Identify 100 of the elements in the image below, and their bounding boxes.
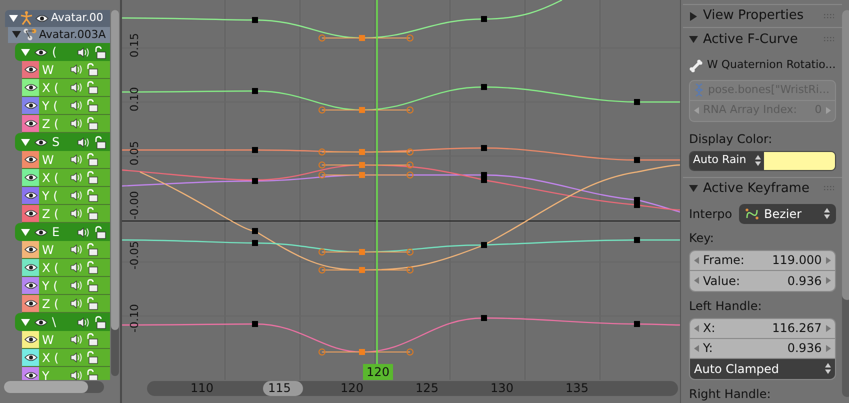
speaker-icon[interactable] [77, 46, 90, 58]
action-row[interactable]: Avatar.003A [8, 26, 110, 43]
speaker-icon[interactable] [70, 280, 83, 291]
selected-keyframe-handles[interactable] [318, 348, 414, 356]
eye-icon[interactable] [24, 119, 38, 128]
eye-icon[interactable] [24, 155, 38, 164]
decrement-arrow-icon[interactable] [694, 256, 699, 264]
eye-icon[interactable] [24, 173, 38, 182]
channel-row[interactable]: Z ( [22, 115, 110, 133]
collapse-triangle-icon[interactable] [21, 138, 30, 146]
speaker-icon[interactable] [70, 172, 83, 183]
unlocked-padlock-icon[interactable] [86, 333, 98, 346]
eye-icon[interactable] [24, 299, 38, 308]
horizontal-scrollbar[interactable]: 110 115 120 125 130 135 [147, 381, 678, 396]
channel-row[interactable]: Z ( [22, 205, 110, 223]
eye-icon[interactable] [35, 14, 49, 23]
eye-icon[interactable] [24, 353, 38, 362]
vertical-scrollbar[interactable] [842, 10, 849, 397]
speaker-icon[interactable] [70, 352, 83, 363]
eye-icon[interactable] [24, 191, 38, 200]
increment-arrow-icon[interactable] [826, 324, 831, 332]
fcurve-line[interactable] [140, 164, 680, 271]
channel-row[interactable]: X ( [22, 79, 110, 97]
unlocked-padlock-icon[interactable] [86, 171, 98, 184]
armature-row[interactable]: Avatar.00 [5, 10, 110, 26]
panel-header[interactable]: View Properties [683, 4, 842, 28]
eye-icon[interactable] [24, 245, 38, 254]
drag-grip-icon[interactable] [824, 186, 834, 192]
speaker-icon[interactable] [77, 136, 90, 148]
unlocked-padlock-icon[interactable] [86, 279, 98, 292]
eye-icon[interactable] [24, 281, 38, 290]
channel-row[interactable]: Y ( [22, 187, 110, 205]
unlocked-padlock-icon[interactable] [86, 351, 98, 364]
eye-icon[interactable] [24, 65, 38, 74]
collapse-triangle-icon[interactable] [21, 228, 30, 236]
eye-icon[interactable] [34, 48, 48, 56]
graph-area[interactable]: 0.15 0.10 0.05 -0.00 -0.05 -0.10 120 [122, 0, 680, 380]
eye-icon[interactable] [34, 228, 48, 236]
collapse-triangle-icon[interactable] [21, 48, 30, 56]
scrollbar-thumb[interactable]: 115 [263, 381, 303, 396]
decrement-arrow-icon[interactable] [694, 344, 699, 352]
increment-arrow-icon[interactable] [826, 344, 831, 352]
speaker-icon[interactable] [70, 298, 83, 309]
decrement-arrow-icon[interactable] [694, 277, 699, 284]
eye-icon[interactable] [24, 263, 38, 272]
number-field[interactable]: Y: 0.936 [690, 338, 835, 359]
selected-keyframe-handles[interactable] [318, 34, 414, 42]
unlocked-padlock-icon[interactable] [86, 189, 98, 202]
group-row[interactable]: E [15, 223, 110, 241]
unlocked-padlock-icon[interactable] [94, 136, 106, 148]
number-field[interactable]: X: 116.267 [690, 318, 835, 339]
speaker-icon[interactable] [70, 154, 83, 165]
drag-grip-icon[interactable] [824, 14, 834, 19]
unlocked-padlock-icon[interactable] [86, 117, 98, 130]
group-row[interactable]: \ [15, 313, 110, 331]
number-field[interactable]: Value: 0.936 [690, 270, 835, 291]
collapse-triangle-icon[interactable] [12, 30, 21, 40]
speaker-icon[interactable] [70, 334, 83, 345]
eye-icon[interactable] [24, 209, 38, 218]
panel-header[interactable]: Active Keyframe [683, 176, 842, 200]
collapse-triangle-icon[interactable] [9, 14, 18, 23]
eye-icon[interactable] [34, 318, 48, 326]
unlocked-padlock-icon[interactable] [94, 316, 106, 328]
unlocked-padlock-icon[interactable] [86, 207, 98, 220]
increment-arrow-icon[interactable] [826, 277, 831, 284]
selected-keyframe-handles[interactable] [318, 162, 414, 168]
channel-row[interactable]: W [22, 61, 110, 79]
number-field[interactable]: Frame: 119.000 [690, 250, 835, 271]
speaker-icon[interactable] [70, 82, 83, 93]
unlocked-padlock-icon[interactable] [94, 226, 106, 238]
channel-row[interactable]: W [22, 241, 110, 259]
speaker-icon[interactable] [70, 190, 83, 201]
speaker-icon[interactable] [70, 262, 83, 273]
unlocked-padlock-icon[interactable] [86, 243, 98, 256]
speaker-icon[interactable] [70, 244, 83, 255]
unlocked-padlock-icon[interactable] [94, 46, 106, 58]
channel-row[interactable]: W [22, 151, 110, 169]
speaker-icon[interactable] [77, 226, 90, 238]
speaker-icon[interactable] [70, 370, 83, 380]
selected-keyframe-handles[interactable] [318, 172, 414, 178]
increment-arrow-icon[interactable] [826, 256, 831, 264]
eye-icon[interactable] [24, 101, 38, 110]
decrement-arrow-icon[interactable] [694, 324, 699, 332]
channel-row[interactable]: Y [22, 367, 110, 380]
channel-row[interactable]: X ( [22, 259, 110, 277]
collapse-triangle-icon[interactable] [689, 184, 698, 194]
eye-icon[interactable] [24, 335, 38, 344]
speaker-icon[interactable] [77, 316, 90, 328]
drag-grip-icon[interactable] [824, 36, 834, 42]
channel-row[interactable]: Y ( [22, 277, 110, 295]
selected-keyframe-handles[interactable] [318, 266, 414, 274]
eye-icon[interactable] [24, 371, 38, 380]
channel-row[interactable]: X ( [22, 169, 110, 187]
selected-keyframe-handles[interactable] [318, 148, 414, 156]
unlocked-padlock-icon[interactable] [86, 63, 98, 76]
channel-row[interactable]: W [22, 331, 110, 349]
channel-row[interactable]: X ( [22, 349, 110, 367]
channel-row[interactable]: Z ( [22, 295, 110, 313]
interpolation-dropdown[interactable]: Bezier [739, 204, 836, 224]
unlocked-padlock-icon[interactable] [86, 153, 98, 166]
